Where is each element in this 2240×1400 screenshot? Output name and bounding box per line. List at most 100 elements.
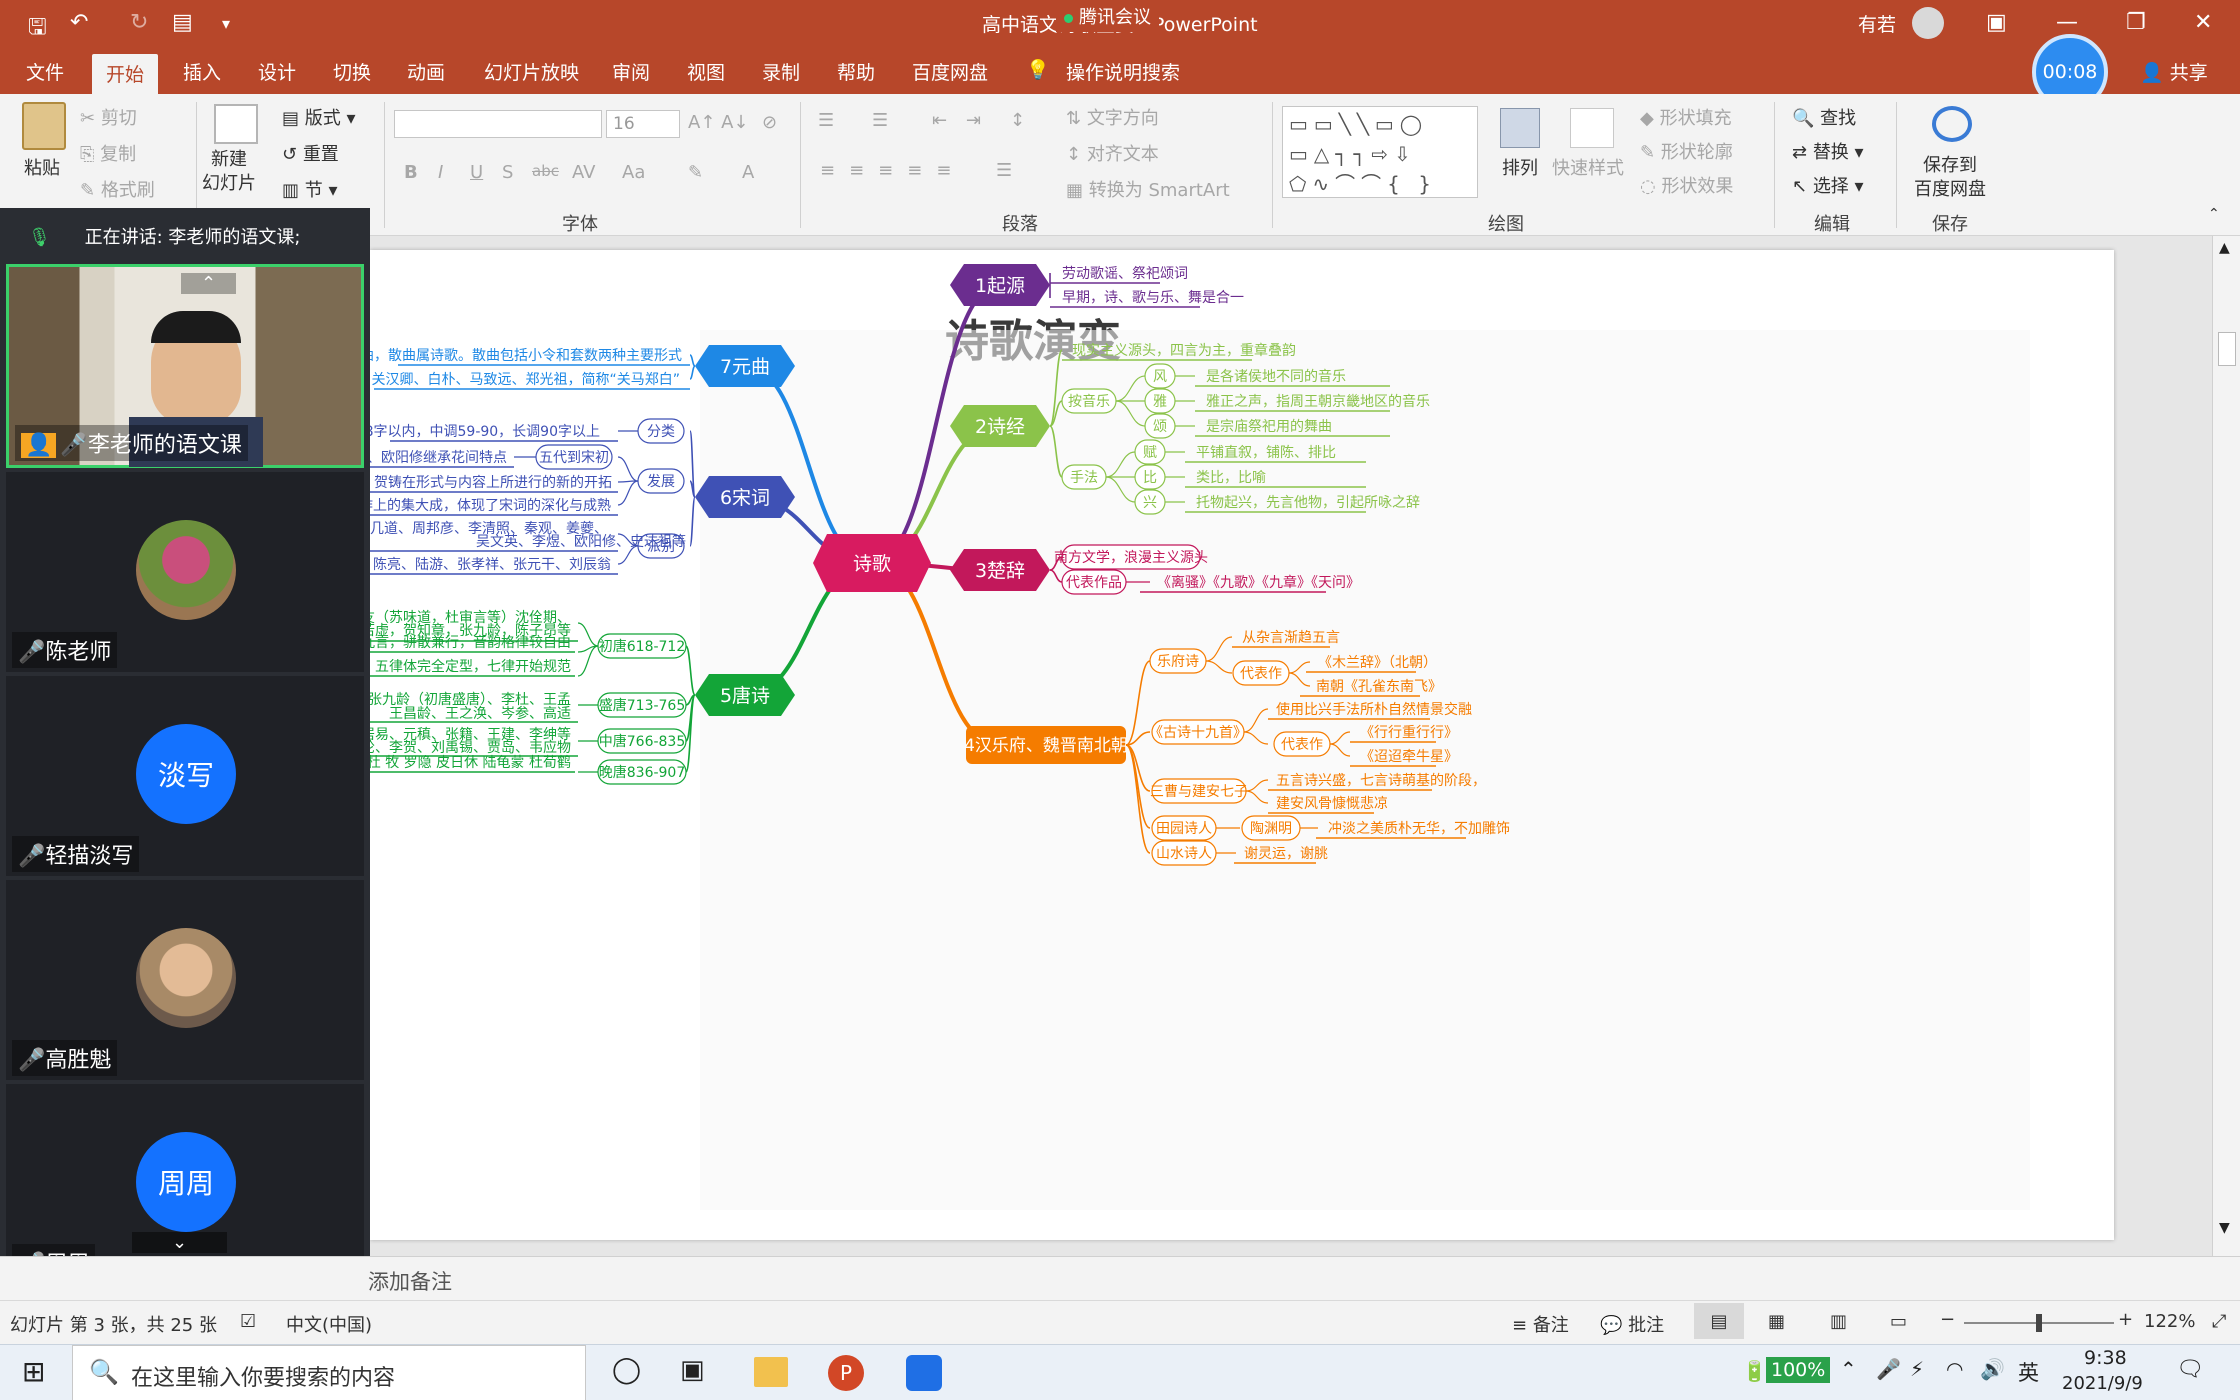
- new-slide-button[interactable]: 新建 幻灯片: [202, 148, 256, 196]
- reset-button[interactable]: ↺ 重置: [282, 140, 339, 166]
- menu-transitions[interactable]: 切换: [333, 58, 371, 85]
- arrange-icon[interactable]: [1500, 108, 1540, 148]
- zoom-level[interactable]: 122%: [2144, 1311, 2195, 1332]
- shijing-desc[interactable]: 雅正之声，指周王朝京畿地区的音乐: [1206, 393, 1430, 410]
- menu-insert[interactable]: 插入: [183, 58, 221, 85]
- highlight-icon[interactable]: ✎: [688, 162, 703, 183]
- close-icon[interactable]: ✕: [2194, 10, 2212, 35]
- songci-text[interactable]: 周邦彦在艺术创作上的集大成，体现了宋词的深化与成熟: [370, 497, 611, 514]
- hanyuefu-rep-label[interactable]: 代表作: [1240, 666, 1282, 682]
- branch-origin-label[interactable]: 1起源: [975, 275, 1025, 297]
- songci-text[interactable]: 小令58字以内，中调59-90，长调90字以上: [370, 424, 600, 440]
- branch-chuci-label[interactable]: 3楚辞: [975, 560, 1025, 582]
- hanyuefu-text[interactable]: 五言诗兴盛，七言诗萌基的阶段，: [1276, 772, 1486, 789]
- shijing-lead[interactable]: 现实主义源头，四言为主，重章叠韵: [1072, 342, 1296, 359]
- align-text-button[interactable]: ↕ 对齐文本: [1066, 140, 1159, 166]
- clock-date[interactable]: 2021/9/9: [2062, 1373, 2143, 1394]
- fit-slide-icon[interactable]: ⤢: [2212, 1311, 2226, 1332]
- participant-tile[interactable]: 🎤高胜魁: [6, 880, 364, 1080]
- slide-counter[interactable]: 幻灯片 第 3 张，共 25 张: [10, 1311, 217, 1337]
- notes-placeholder[interactable]: 添加备注: [368, 1266, 452, 1296]
- tangshi-text[interactable]: 七字为主，间以三、五、九言，骈散兼行，音韵格律较自由: [370, 634, 571, 651]
- minimize-icon[interactable]: —: [2056, 10, 2078, 35]
- save-icon[interactable]: 🖫: [28, 10, 47, 48]
- participant-tile[interactable]: 周周 ⌄ 🎤周周: [6, 1084, 364, 1284]
- zoom-in-icon[interactable]: +: [2118, 1309, 2133, 1330]
- customize-qat-icon[interactable]: ▾: [222, 14, 230, 33]
- branch-songci-label[interactable]: 6宋词: [720, 487, 770, 509]
- tangshi-text[interactable]: 柳宗元、韩愈、卢纶、李贺、刘禹锡、贾岛、韦应物: [370, 739, 571, 756]
- notes-pane[interactable]: 添加备注: [0, 1256, 2240, 1300]
- origin-item[interactable]: 劳动歌谣、祭祀颂词: [1062, 266, 1188, 282]
- zoom-out-icon[interactable]: −: [1940, 1309, 1955, 1330]
- menu-baidu[interactable]: 百度网盘: [912, 58, 988, 85]
- volume-icon[interactable]: 🔊: [1980, 1357, 2005, 1381]
- shijing-desc[interactable]: 是宗庙祭祀用的舞曲: [1206, 419, 1332, 435]
- shijing-technique-item-label[interactable]: 赋: [1143, 445, 1157, 461]
- char-spacing-icon[interactable]: AV: [572, 162, 595, 183]
- zoom-slider[interactable]: [1964, 1314, 2114, 1332]
- hanyuefu-text[interactable]: 《迢迢牵牛星》: [1360, 749, 1458, 765]
- ime-indicator[interactable]: 英: [2018, 1357, 2039, 1387]
- hanyuefu-gushi-label[interactable]: 《古诗十九首》: [1149, 725, 1247, 741]
- shijing-technique-item-label[interactable]: 比: [1143, 470, 1157, 486]
- align-icons[interactable]: ≡≡≡≡≡: [820, 160, 965, 181]
- hanyuefu-yuefu-label[interactable]: 乐府诗: [1157, 654, 1199, 670]
- user-avatar[interactable]: [1912, 7, 1944, 39]
- hanyuefu-text[interactable]: 建安风骨慷慨悲凉: [1276, 795, 1388, 812]
- chuci-works[interactable]: 《离骚》《九歌》《九章》《天问》: [1157, 574, 1360, 591]
- arrange-button[interactable]: 排列: [1502, 154, 1538, 180]
- undo-icon[interactable]: ↶: [70, 10, 88, 35]
- songci-development-label[interactable]: 发展: [647, 474, 675, 490]
- clear-format-icon[interactable]: ⊘: [762, 112, 777, 133]
- songci-text[interactable]: 豪放派：苏轼、辛弃疾、陈亮、陆游、张孝祥、张元干、刘辰翁: [370, 556, 611, 573]
- find-button[interactable]: 🔍 查找: [1792, 104, 1856, 130]
- shape-outline-button[interactable]: ✎ 形状轮廓: [1640, 138, 1733, 164]
- yuanqu-text[interactable]: 元代四大家：关汉卿、白朴、马致远、郑光祖，简称“关马郑白”: [370, 371, 680, 388]
- hanyuefu-text[interactable]: 《木兰辞》（北朝）: [1318, 655, 1437, 671]
- menu-home[interactable]: 开始: [92, 54, 159, 95]
- battery-icon[interactable]: 🔋: [1742, 1359, 1767, 1383]
- menu-view[interactable]: 视图: [687, 58, 725, 85]
- decrease-indent-icon[interactable]: ⇤: [932, 110, 947, 131]
- zoom-thumb[interactable]: [2036, 1314, 2042, 1332]
- replace-button[interactable]: ⇄ 替换 ▾: [1792, 138, 1864, 164]
- section-button[interactable]: ▥ 节 ▾: [282, 176, 338, 202]
- powerpoint-taskbar-icon[interactable]: P: [828, 1355, 864, 1391]
- menu-animations[interactable]: 动画: [407, 58, 445, 85]
- underline-icon[interactable]: U: [470, 162, 483, 183]
- language-indicator[interactable]: 中文(中国): [286, 1311, 372, 1337]
- shijing-music-label[interactable]: 按音乐: [1068, 393, 1110, 410]
- shijing-category-label[interactable]: 风: [1153, 369, 1167, 385]
- chuci-source-label[interactable]: 南方文学，浪漫主义源头: [1054, 550, 1208, 566]
- increase-font-icon[interactable]: A↑ A↓: [688, 112, 749, 133]
- font-color-icon[interactable]: A: [742, 162, 754, 183]
- quick-styles-button[interactable]: 快速样式: [1552, 154, 1624, 180]
- shijing-technique-item-label[interactable]: 兴: [1143, 495, 1157, 511]
- notifications-icon[interactable]: 🗨: [2176, 1357, 2204, 1382]
- comments-toggle[interactable]: 💬 批注: [1600, 1311, 1664, 1337]
- normal-view-icon[interactable]: ▤: [1694, 1303, 1744, 1339]
- task-view-icon[interactable]: ▣: [680, 1355, 705, 1385]
- shape-effects-button[interactable]: ◌ 形状效果: [1640, 172, 1733, 198]
- origin-item[interactable]: 早期，诗、歌与乐、舞是合一: [1062, 290, 1244, 306]
- copy-button[interactable]: ⎘ 复制: [80, 140, 136, 166]
- participant-tile-video[interactable]: ⌃ 👤 🎤李老师的语文课: [6, 264, 364, 468]
- menu-help[interactable]: 帮助: [837, 58, 875, 85]
- strikethrough-icon[interactable]: abc: [532, 162, 559, 180]
- slide-canvas[interactable]: 诗歌演变 诗歌1起源劳动歌谣、祭祀颂词早期，诗、歌与乐、舞是合一2诗经现实主义源…: [370, 250, 2114, 1240]
- font-size-dropdown[interactable]: 16: [606, 110, 680, 138]
- chuci-works-label-label[interactable]: 代表作品: [1066, 575, 1122, 591]
- numbering-icon[interactable]: ☰: [872, 110, 888, 131]
- shadow-icon[interactable]: S: [502, 162, 513, 183]
- new-slide-icon[interactable]: [214, 104, 258, 144]
- select-button[interactable]: ↖ 选择 ▾: [1792, 172, 1864, 198]
- tangshi-period-label[interactable]: 初唐618-712: [599, 638, 686, 655]
- branch-hanyuefu-label[interactable]: 4汉乐府、魏晋南北朝: [964, 736, 1128, 756]
- participant-tile[interactable]: 🎤陈老师: [6, 472, 364, 672]
- shape-fill-button[interactable]: ◆ 形状填充: [1640, 104, 1732, 130]
- change-case-icon[interactable]: Aa: [622, 162, 645, 183]
- taskbar-search[interactable]: 🔍 在这里输入你要搜索的内容: [72, 1345, 586, 1400]
- user-name[interactable]: 有若: [1858, 10, 1896, 37]
- scroll-up-icon[interactable]: ▲: [2219, 240, 2230, 256]
